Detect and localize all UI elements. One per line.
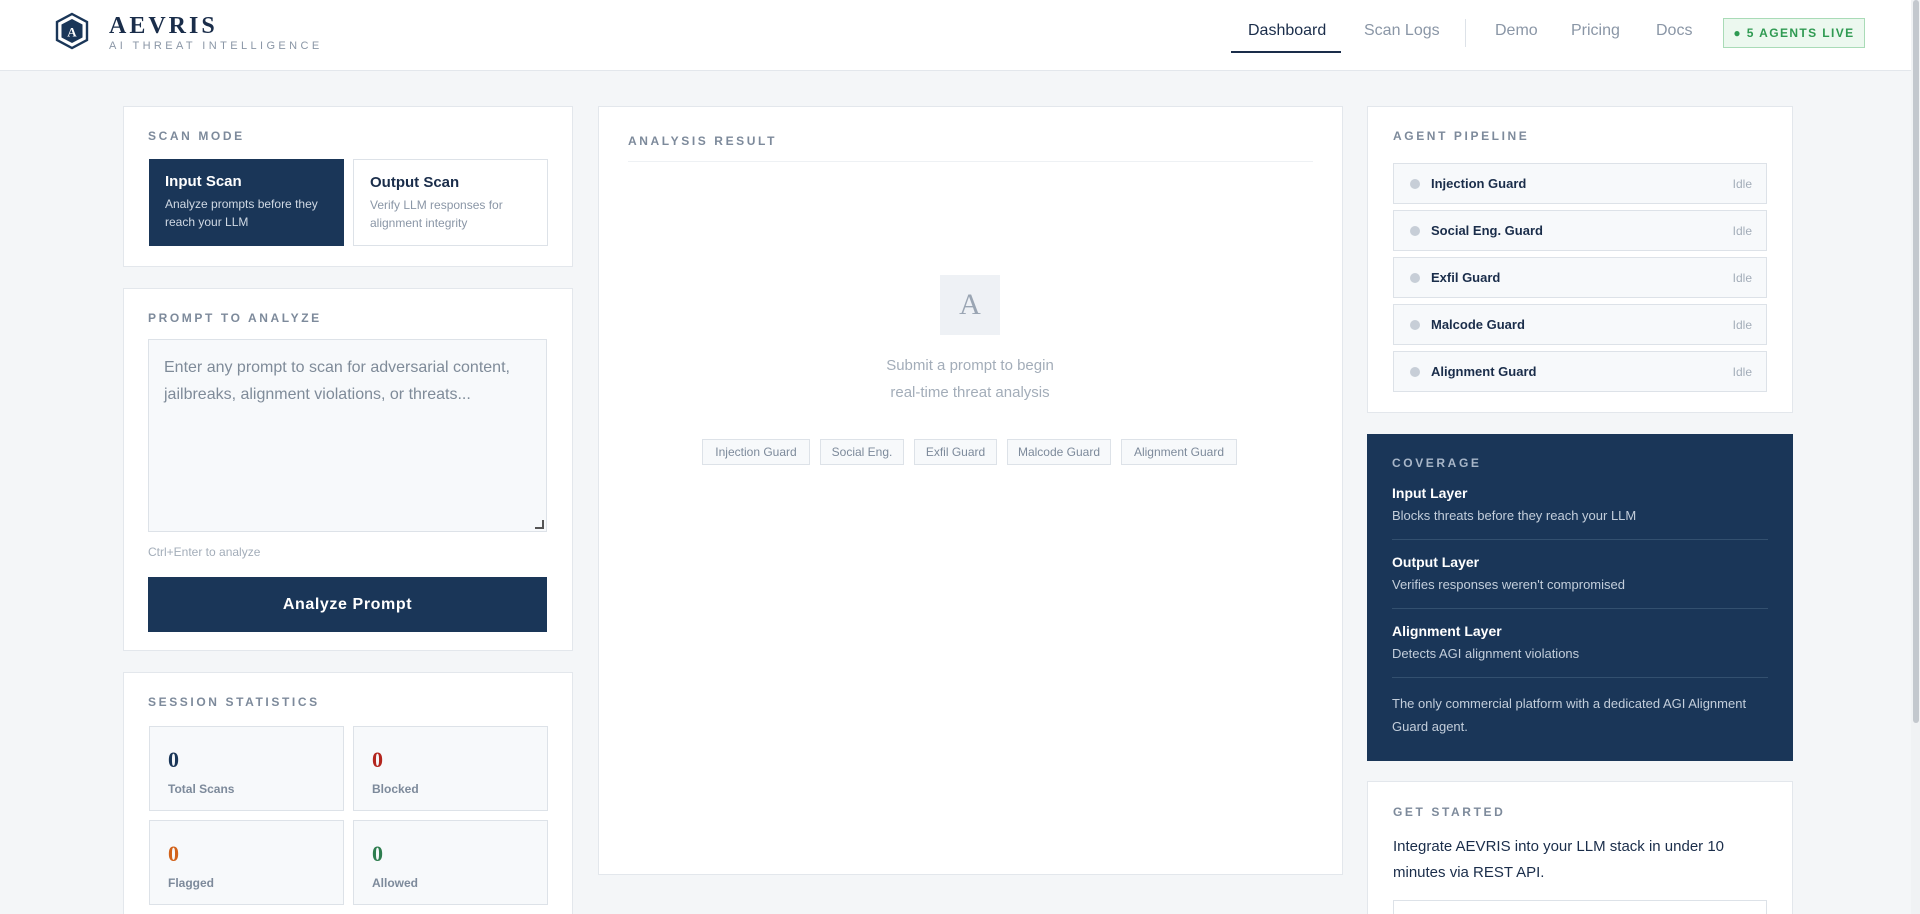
guard-chip-injection: Injection Guard <box>702 439 810 465</box>
stat-value: 0 <box>372 841 383 866</box>
divider <box>1392 677 1768 678</box>
agent-name: Exfil Guard <box>1431 270 1501 285</box>
get-started-action[interactable] <box>1393 900 1767 914</box>
prompt-textarea[interactable]: Enter any prompt to scan for adversarial… <box>148 339 547 532</box>
get-started-card: GET STARTED Integrate AEVRIS into your L… <box>1367 781 1793 914</box>
top-header: A AEVRIS AI THREAT INTELLIGENCE Dashboar… <box>0 0 1920 71</box>
scan-mode-label: SCAN MODE <box>148 129 245 143</box>
guard-chip-malcode: Malcode Guard <box>1007 439 1111 465</box>
coverage-layer-description: Detects AGI alignment violations <box>1392 646 1580 661</box>
divider <box>628 161 1313 162</box>
coverage-note: The only commercial platform with a dedi… <box>1392 696 1747 734</box>
stat-flagged: 0 Flagged <box>149 820 344 905</box>
divider <box>1392 608 1768 609</box>
pipeline-agent-malcode: Malcode Guard Idle <box>1393 304 1767 345</box>
logo-letter: A <box>67 25 77 40</box>
agent-status: Idle <box>1732 224 1752 238</box>
empty-state-line2: real-time threat analysis <box>890 384 1050 401</box>
nav-pricing[interactable]: Pricing <box>1571 22 1620 40</box>
coverage-card: COVERAGE Input Layer Blocks threats befo… <box>1367 434 1793 761</box>
session-stats-card: SESSION STATISTICS 0 Total Scans 0 Block… <box>123 672 573 914</box>
agent-pipeline-label: AGENT PIPELINE <box>1393 129 1530 143</box>
input-scan-title: Input Scan <box>165 173 242 190</box>
stat-value: 0 <box>168 841 179 866</box>
shield-logo-icon[interactable]: A <box>55 12 89 50</box>
status-dot-icon <box>1410 226 1420 236</box>
agent-status: Idle <box>1732 177 1752 191</box>
status-dot-icon <box>1410 320 1420 330</box>
nav-dashboard[interactable]: Dashboard <box>1248 22 1326 40</box>
stat-value: 0 <box>372 747 383 772</box>
empty-state-line1: Submit a prompt to begin <box>886 357 1054 374</box>
pipeline-agent-exfil: Exfil Guard Idle <box>1393 257 1767 298</box>
output-scan-description: Verify LLM responses for alignment integ… <box>370 198 503 230</box>
agent-status: Idle <box>1732 271 1752 285</box>
scrollbar-thumb[interactable] <box>1913 0 1919 723</box>
coverage-label: COVERAGE <box>1392 456 1482 470</box>
agent-name: Injection Guard <box>1431 176 1527 191</box>
resize-handle-icon[interactable] <box>535 520 544 529</box>
prompt-placeholder: Enter any prompt to scan for adversarial… <box>164 359 510 403</box>
coverage-layer-title: Input Layer <box>1392 485 1468 501</box>
coverage-layer-title: Alignment Layer <box>1392 623 1502 639</box>
prompt-card: PROMPT TO ANALYZE Enter any prompt to sc… <box>123 288 573 651</box>
analysis-result-label: ANALYSIS RESULT <box>628 134 778 148</box>
get-started-text: Integrate AEVRIS into your LLM stack in … <box>1393 838 1725 881</box>
coverage-layer-description: Verifies responses weren't compromised <box>1392 577 1625 592</box>
analyze-prompt-button[interactable]: Analyze Prompt <box>148 577 547 632</box>
stat-label: Allowed <box>372 876 419 890</box>
guard-chip-alignment: Alignment Guard <box>1121 439 1237 465</box>
empty-state-icon: A <box>940 275 1000 335</box>
prompt-label: PROMPT TO ANALYZE <box>148 311 322 325</box>
agent-pipeline-card: AGENT PIPELINE Injection Guard Idle Soci… <box>1367 106 1793 413</box>
pipeline-agent-social-eng: Social Eng. Guard Idle <box>1393 210 1767 251</box>
output-scan-option[interactable]: Output Scan Verify LLM responses for ali… <box>353 159 548 246</box>
brand-name[interactable]: AEVRIS <box>109 13 218 40</box>
output-scan-title: Output Scan <box>370 174 460 191</box>
stat-label: Blocked <box>372 782 419 796</box>
keyboard-hint: Ctrl+Enter to analyze <box>148 545 261 559</box>
guard-chip-exfil: Exfil Guard <box>914 439 997 465</box>
stat-label: Flagged <box>168 876 215 890</box>
stat-allowed: 0 Allowed <box>353 820 548 905</box>
brand-tagline: AI THREAT INTELLIGENCE <box>109 40 323 52</box>
get-started-label: GET STARTED <box>1393 805 1506 819</box>
stat-blocked: 0 Blocked <box>353 726 548 811</box>
guard-chip-social-eng: Social Eng. <box>820 439 904 465</box>
nav-divider <box>1465 19 1466 47</box>
input-scan-option[interactable]: Input Scan Analyze prompts before they r… <box>149 159 344 246</box>
pipeline-agent-alignment: Alignment Guard Idle <box>1393 351 1767 392</box>
agent-name: Alignment Guard <box>1431 364 1537 379</box>
stat-label: Total Scans <box>168 782 235 796</box>
scan-mode-card: SCAN MODE Input Scan Analyze prompts bef… <box>123 106 573 267</box>
coverage-layer-description: Blocks threats before they reach your LL… <box>1392 508 1637 523</box>
agent-name: Malcode Guard <box>1431 317 1525 332</box>
nav-scan-logs[interactable]: Scan Logs <box>1364 22 1440 40</box>
stat-value: 0 <box>168 747 179 772</box>
agent-status: Idle <box>1732 365 1752 379</box>
nav-active-indicator <box>1231 51 1341 53</box>
divider <box>1392 539 1768 540</box>
agents-live-badge: ● 5 AGENTS LIVE <box>1723 18 1865 48</box>
status-dot-icon <box>1410 273 1420 283</box>
coverage-layer-title: Output Layer <box>1392 554 1480 570</box>
nav-demo[interactable]: Demo <box>1495 22 1538 40</box>
session-stats-label: SESSION STATISTICS <box>148 695 320 709</box>
input-scan-description: Analyze prompts before they reach your L… <box>165 197 318 229</box>
status-dot-icon <box>1410 367 1420 377</box>
agent-name: Social Eng. Guard <box>1431 223 1543 238</box>
pipeline-agent-injection: Injection Guard Idle <box>1393 163 1767 204</box>
analysis-result-card: ANALYSIS RESULT A Submit a prompt to beg… <box>598 106 1343 875</box>
nav-docs[interactable]: Docs <box>1656 22 1692 40</box>
status-dot-icon <box>1410 179 1420 189</box>
stat-total-scans: 0 Total Scans <box>149 726 344 811</box>
agent-status: Idle <box>1732 318 1752 332</box>
